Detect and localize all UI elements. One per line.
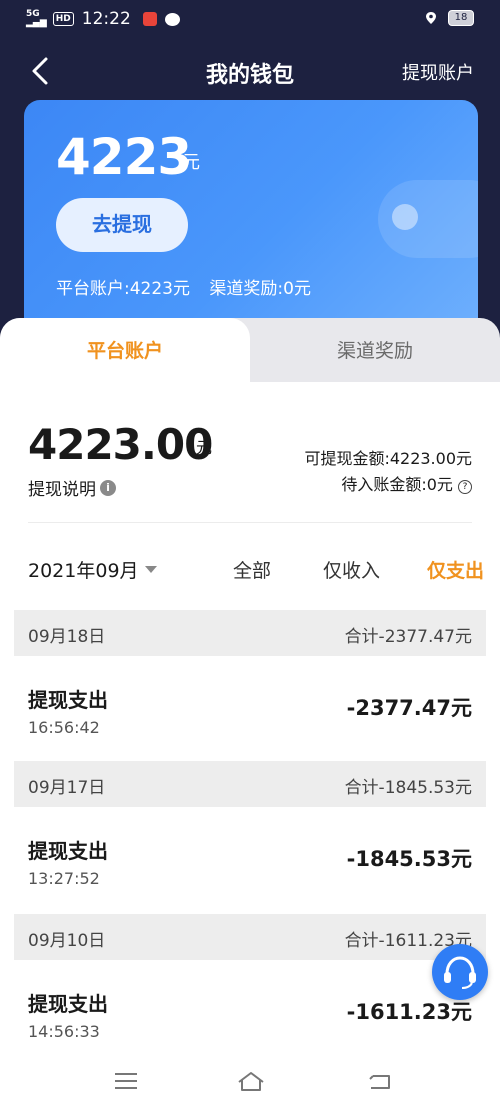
home-icon[interactable] bbox=[236, 1068, 266, 1094]
card-decoration-dot bbox=[392, 204, 418, 230]
day-date: 09月17日 bbox=[28, 778, 106, 798]
withdraw-button[interactable]: 去提现 bbox=[56, 198, 188, 252]
filter-row: 2021年09月 全部 仅收入 仅支出 bbox=[0, 550, 500, 586]
card-balance-amount: 4223 bbox=[56, 128, 192, 186]
headset-icon bbox=[444, 956, 476, 989]
account-balance: 4223.00 bbox=[28, 420, 213, 469]
return-icon[interactable] bbox=[365, 1068, 395, 1094]
filter-all[interactable]: 全部 bbox=[233, 556, 271, 583]
day-header: 09月17日 合计-1845.53元 bbox=[14, 761, 486, 807]
menu-icon[interactable] bbox=[111, 1068, 141, 1094]
hd-badge: HD bbox=[52, 12, 74, 26]
customer-service-button[interactable] bbox=[432, 944, 488, 1000]
withdraw-account-link[interactable]: 提现账户 bbox=[402, 59, 474, 85]
transaction-time: 16:56:42 bbox=[28, 718, 100, 737]
notification-app-icon bbox=[142, 12, 157, 26]
balance-card: 4223 元 去提现 平台账户:4223元 渠道奖励:0元 bbox=[24, 100, 478, 340]
caret-down-icon bbox=[144, 566, 157, 573]
transaction-title: 提现支出 bbox=[28, 839, 108, 863]
transaction-row[interactable]: 提现支出 14:56:33 -1611.23元 bbox=[0, 960, 500, 1064]
card-account-info: 平台账户:4223元 渠道奖励:0元 bbox=[56, 274, 311, 299]
withdraw-explain-link[interactable]: 提现说明 i bbox=[28, 475, 116, 500]
filter-income-only[interactable]: 仅收入 bbox=[323, 556, 380, 583]
top-nav-bar: 我的钱包 提现账户 bbox=[0, 48, 500, 94]
channel-reward-text: 渠道奖励:0元 bbox=[209, 279, 311, 299]
balance-details: 可提现金额:4223.00元 待入账金额:0元 ? bbox=[304, 446, 472, 498]
transaction-amount: -1611.23元 bbox=[346, 1000, 472, 1024]
withdrawable-amount: 可提现金额:4223.00元 bbox=[304, 449, 472, 468]
day-date: 09月10日 bbox=[28, 931, 106, 951]
location-icon bbox=[426, 12, 436, 24]
divider bbox=[28, 522, 472, 523]
transaction-row[interactable]: 提现支出 13:27:52 -1845.53元 bbox=[0, 807, 500, 911]
pending-amount: 待入账金额:0元 bbox=[341, 475, 453, 494]
status-bar: 5G ▂▄▆ HD 12:22 18 bbox=[0, 0, 500, 40]
signal-icon: 5G ▂▄▆ bbox=[26, 9, 47, 28]
transaction-title: 提现支出 bbox=[28, 992, 108, 1016]
transaction-row[interactable]: 提现支出 16:56:42 -2377.47元 bbox=[0, 656, 500, 760]
battery-icon: 18 bbox=[448, 10, 474, 26]
pending-amount-row: 待入账金额:0元 ? bbox=[304, 472, 472, 498]
day-total: 合计-1845.53元 bbox=[344, 778, 472, 798]
message-icon bbox=[164, 12, 180, 26]
question-icon[interactable]: ? bbox=[458, 480, 472, 494]
tab-platform-account[interactable]: 平台账户 bbox=[0, 318, 250, 388]
transaction-amount: -2377.47元 bbox=[346, 696, 472, 720]
tab-channel-reward[interactable]: 渠道奖励 bbox=[250, 318, 500, 382]
month-selector[interactable]: 2021年09月 bbox=[28, 556, 157, 583]
month-label: 2021年09月 bbox=[28, 560, 139, 582]
transaction-time: 13:27:52 bbox=[28, 869, 100, 888]
info-icon: i bbox=[100, 479, 116, 496]
day-header: 09月10日 合计-1611.23元 bbox=[14, 914, 486, 960]
account-balance-unit: 元 bbox=[196, 438, 213, 457]
day-total: 合计-2377.47元 bbox=[344, 627, 472, 647]
card-balance-unit: 元 bbox=[182, 152, 200, 173]
system-nav-bar bbox=[0, 1056, 500, 1110]
withdraw-explain-label: 提现说明 bbox=[28, 480, 96, 500]
platform-account-text: 平台账户:4223元 bbox=[56, 279, 190, 299]
day-header: 09月18日 合计-2377.47元 bbox=[14, 610, 486, 656]
filter-expense-only[interactable]: 仅支出 bbox=[427, 556, 484, 583]
day-date: 09月18日 bbox=[28, 627, 106, 647]
transaction-time: 14:56:33 bbox=[28, 1022, 100, 1041]
transaction-title: 提现支出 bbox=[28, 688, 108, 712]
status-time: 12:22 bbox=[81, 9, 131, 29]
transaction-amount: -1845.53元 bbox=[346, 847, 472, 871]
